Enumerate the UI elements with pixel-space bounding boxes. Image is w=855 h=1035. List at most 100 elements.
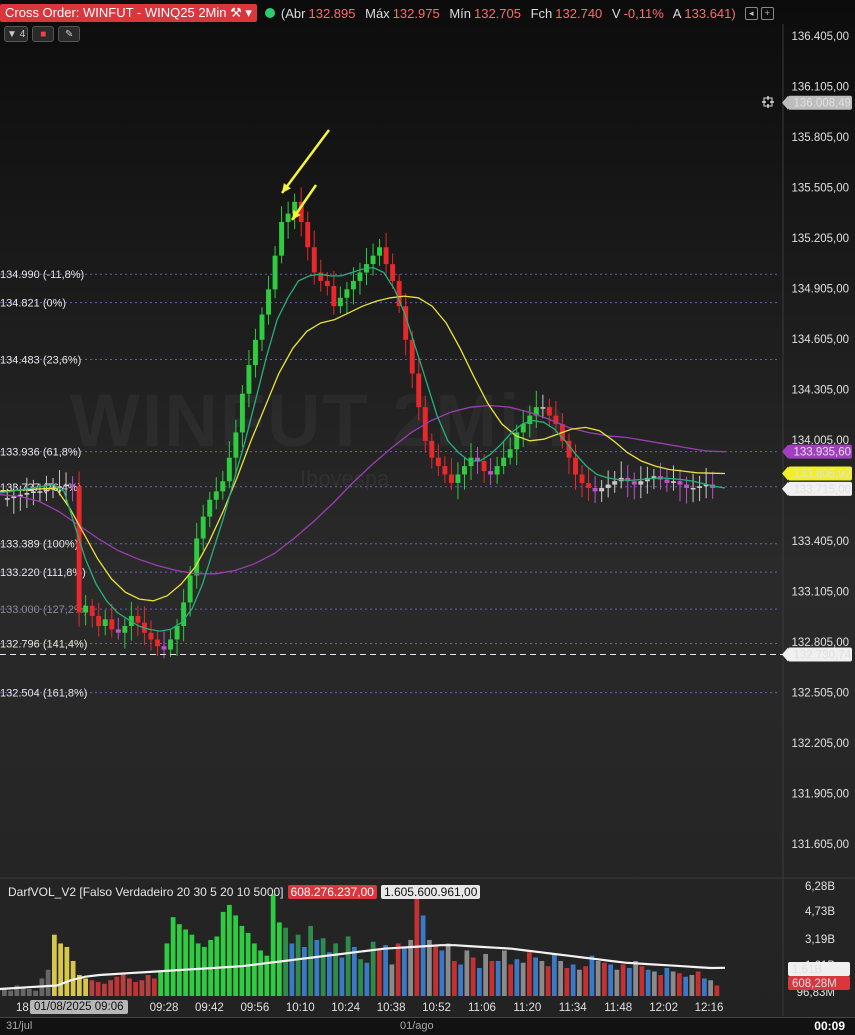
volume-bar (2, 988, 7, 996)
volume-bar (452, 960, 457, 996)
volume-bar (677, 973, 682, 996)
candle-body (220, 481, 226, 492)
candle-body (612, 481, 618, 485)
add-indicator-icon[interactable]: + (760, 6, 774, 20)
price-tag-label: 136.008,49 (793, 98, 851, 110)
day-label-right: 01/ago (400, 1020, 434, 1032)
candle-body (494, 466, 500, 475)
ohlc-readout: (Abr 132.895 Máx 132.975 Mín 132.705 Fch 132… (281, 6, 742, 21)
price-chart[interactable]: 136.405,00 136.105,00 135.805,00 135.505,00… (0, 0, 855, 1034)
volume-last-value: 608.276.237,00 (287, 885, 377, 899)
candle-body (324, 280, 330, 286)
candle-body (448, 474, 454, 483)
studies-dropdown-button[interactable]: ▼ 4 (4, 26, 29, 42)
price-tag-label: 133.935,60 (793, 447, 851, 459)
x-tick-label: 11:06 (468, 1002, 496, 1014)
live-status-icon (264, 8, 275, 18)
volume-y-tick: 3,19B (805, 934, 835, 946)
volume-bar (577, 969, 582, 996)
volume-bar (120, 973, 126, 996)
volume-bar (508, 964, 513, 996)
volume-bar (177, 924, 182, 996)
volume-bar (295, 934, 301, 996)
chevron-down-icon: ▼ (7, 28, 17, 40)
y-tick-label: 133.105,00 (791, 587, 849, 599)
price-tag-label: 133.715,00 (793, 484, 851, 496)
volume-bar (302, 946, 307, 996)
crosshair-date-tooltip: 01/08/2025 09:06 (30, 1000, 128, 1014)
x-tick-label: 11:34 (559, 1002, 588, 1014)
candle-body (194, 538, 200, 576)
x-tick-label: 11:20 (513, 1002, 541, 1014)
volume-bar (127, 978, 132, 996)
volume-bar (433, 945, 438, 996)
volume-indicator-name[interactable]: DarfVOL_V2 [Falso Verdadeiro 20 30 5 20 … (8, 885, 284, 899)
candle-body (161, 646, 167, 650)
volume-indicator-header: DarfVOL_V2 [Falso Verdadeiro 20 30 5 20 … (8, 885, 481, 899)
volume-bar (308, 925, 313, 996)
candle-body (429, 440, 435, 458)
candle-body (697, 486, 703, 488)
candle-body (409, 339, 415, 374)
candle-body (442, 466, 448, 475)
y-tick-label: 135.805,00 (791, 132, 849, 144)
color-scheme-button[interactable]: ■ (32, 26, 55, 42)
volume-bar (708, 980, 713, 996)
volume-bar (620, 964, 626, 996)
candle-body (96, 615, 102, 627)
candle-body (684, 484, 690, 488)
fib-level-label: 134.483 (23,6%) (0, 355, 81, 367)
volume-bar (252, 943, 257, 996)
x-tick-label: 11:48 (604, 1002, 632, 1014)
candle-body (279, 222, 285, 256)
volume-bar (270, 894, 276, 996)
chart-title[interactable]: Cross Order: WINFUT - WINQ25 2Min ⚒ ▾ (0, 4, 257, 22)
volume-bar (458, 964, 463, 996)
candle-body (83, 605, 89, 613)
chart-title-text: Cross Order: WINFUT - WINQ25 2Min (5, 5, 227, 20)
ohlc-value-adjust: 133.641) (684, 5, 736, 21)
price-tag-label: 133.805,92 (793, 469, 851, 481)
volume-bar (377, 948, 382, 996)
volume-bar (633, 960, 638, 996)
crosshair-icon[interactable] (762, 96, 774, 108)
volume-bar (58, 943, 63, 996)
volume-bar (564, 967, 570, 996)
candle-body (168, 639, 174, 650)
candle-body (252, 339, 258, 366)
volume-average-value: 1.605.600.961,00 (380, 885, 481, 899)
volume-bar (533, 957, 538, 996)
candle-body (579, 474, 585, 483)
volume-bar (652, 971, 657, 996)
volume-bar (539, 960, 545, 996)
fib-level-label: 133.389 (100%) (0, 539, 78, 551)
candle-body (70, 484, 76, 487)
x-tick-label: 09:56 (240, 1002, 269, 1014)
volume-bar (627, 967, 632, 996)
volume-bar (89, 980, 95, 996)
candle-body (592, 487, 598, 492)
volume-bar (289, 943, 295, 996)
collapse-icon[interactable]: ◂ (744, 6, 758, 20)
price-tag-label: 132.730,74 (793, 650, 851, 662)
volume-bar (83, 978, 88, 996)
bottom-time-bar[interactable]: 31/jul 01/ago (0, 1017, 855, 1035)
volume-bar (239, 925, 245, 996)
candle-body (43, 489, 49, 492)
volume-bar (470, 957, 476, 996)
y-tick-label: 131.905,00 (791, 789, 849, 801)
ohlc-value-variation: -0,11% (623, 5, 664, 21)
day-label-left: 31/jul (6, 1020, 33, 1032)
candle-body (383, 247, 389, 265)
volume-bar (464, 950, 470, 996)
draw-tool-button[interactable]: ✎ (58, 26, 81, 42)
candle-body (272, 255, 278, 290)
volume-bar (114, 976, 120, 996)
ema-fast-line (0, 266, 726, 632)
fib-level-label: 134.990 (-11,8%) (0, 269, 84, 281)
volume-y-tick: 6,28B (805, 881, 835, 893)
candle-body (63, 484, 69, 487)
candle-body (259, 314, 265, 340)
volume-bar (608, 964, 613, 996)
volume-bar (489, 960, 495, 996)
